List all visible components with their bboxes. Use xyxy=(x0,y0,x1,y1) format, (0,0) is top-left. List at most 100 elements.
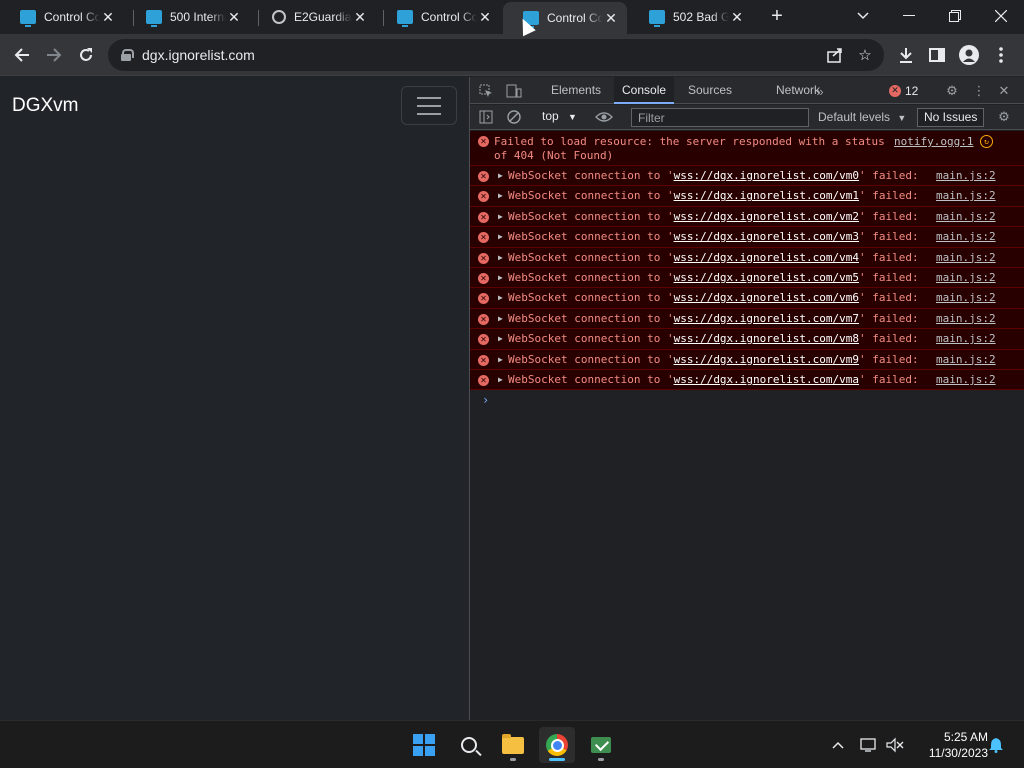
side-panel-button[interactable] xyxy=(925,43,949,67)
expand-triangle-icon[interactable]: ▶ xyxy=(498,355,503,364)
navbar-toggler-button[interactable] xyxy=(401,86,457,125)
expand-triangle-icon[interactable]: ▶ xyxy=(498,253,503,262)
context-selector[interactable]: top ▼ xyxy=(542,109,577,123)
websocket-url-link[interactable]: wss://dgx.ignorelist.com/vm3 xyxy=(674,230,859,243)
live-expression-eye-icon[interactable] xyxy=(595,108,613,126)
console-websocket-error[interactable]: ✕ ▶ WebSocket connection to 'wss://dgx.ign… xyxy=(470,247,1024,268)
websocket-url-link[interactable]: wss://dgx.ignorelist.com/vm7 xyxy=(674,312,859,325)
tab-console[interactable]: Console xyxy=(614,77,675,104)
console-error-message[interactable]: ✕ Failed to load resource: the server re… xyxy=(470,131,1024,166)
volume-button[interactable] xyxy=(885,735,905,755)
browser-tab[interactable]: 500 Interna ✕ xyxy=(126,3,250,31)
console-prompt[interactable]: › xyxy=(470,390,1024,410)
console-filter-input[interactable]: Filter xyxy=(631,108,809,127)
chrome-taskbar-button[interactable] xyxy=(539,727,575,763)
console-settings-gear-icon[interactable]: ⚙ xyxy=(995,108,1013,126)
network-status-button[interactable] xyxy=(859,735,879,755)
close-icon[interactable]: ✕ xyxy=(226,9,242,26)
browser-tab[interactable]: E2Guardian ✕ xyxy=(252,3,376,31)
more-tabs-icon[interactable]: » xyxy=(811,82,829,100)
url-text[interactable]: dgx.ignorelist.com xyxy=(142,47,824,63)
source-link[interactable]: main.js:2 xyxy=(936,353,996,366)
restore-button[interactable] xyxy=(932,0,978,32)
expand-triangle-icon[interactable]: ▶ xyxy=(498,293,503,302)
close-window-button[interactable] xyxy=(978,0,1024,32)
clear-console-icon[interactable] xyxy=(505,108,523,126)
websocket-url-link[interactable]: wss://dgx.ignorelist.com/vm5 xyxy=(674,271,859,284)
websocket-url-link[interactable]: wss://dgx.ignorelist.com/vm8 xyxy=(674,332,859,345)
sidebar-toggle-icon[interactable] xyxy=(477,108,495,126)
expand-triangle-icon[interactable]: ▶ xyxy=(498,171,503,180)
address-bar[interactable]: dgx.ignorelist.com ☆ xyxy=(108,39,884,71)
console-websocket-error[interactable]: ✕ ▶ WebSocket connection to 'wss://dgx.ign… xyxy=(470,166,1024,187)
source-link[interactable]: main.js:2 xyxy=(936,169,996,182)
close-icon[interactable]: ✕ xyxy=(477,9,493,26)
issues-button[interactable]: No Issues xyxy=(917,108,985,127)
websocket-url-link[interactable]: wss://dgx.ignorelist.com/vma xyxy=(674,373,859,386)
profile-button[interactable] xyxy=(957,43,981,67)
source-link[interactable]: main.js:2 xyxy=(936,373,996,386)
navbar-brand[interactable]: DGXvm xyxy=(12,95,79,117)
search-button[interactable] xyxy=(451,727,487,763)
tab-elements[interactable]: Elements xyxy=(543,77,609,104)
expand-triangle-icon[interactable]: ▶ xyxy=(498,273,503,282)
device-toolbar-icon[interactable] xyxy=(505,82,523,100)
file-explorer-button[interactable] xyxy=(495,727,531,763)
console-websocket-error[interactable]: ✕ ▶ WebSocket connection to 'wss://dgx.ign… xyxy=(470,267,1024,289)
notepad-taskbar-button[interactable] xyxy=(583,727,619,763)
websocket-url-link[interactable]: wss://dgx.ignorelist.com/vm1 xyxy=(674,189,859,202)
start-button[interactable] xyxy=(406,727,442,763)
tab-sources[interactable]: Sources xyxy=(680,77,740,104)
close-icon[interactable]: ✕ xyxy=(100,9,116,26)
console-websocket-error[interactable]: ✕ ▶ WebSocket connection to 'wss://dgx.ign… xyxy=(470,369,1024,391)
close-icon[interactable]: ✕ xyxy=(603,10,619,27)
source-link[interactable]: main.js:2 xyxy=(936,291,996,304)
tab-search-button[interactable] xyxy=(840,0,886,32)
bookmark-star-icon[interactable]: ☆ xyxy=(854,44,876,66)
close-icon[interactable]: ✕ xyxy=(352,9,368,26)
websocket-url-link[interactable]: wss://dgx.ignorelist.com/vm4 xyxy=(674,251,859,264)
websocket-url-link[interactable]: wss://dgx.ignorelist.com/vm2 xyxy=(674,210,859,223)
error-count-badge[interactable]: ✕ 12 xyxy=(889,82,918,99)
console-websocket-error[interactable]: ✕ ▶ WebSocket connection to 'wss://dgx.ign… xyxy=(470,329,1024,350)
lock-icon[interactable] xyxy=(120,49,134,61)
minimize-button[interactable] xyxy=(886,0,932,32)
inspect-element-icon[interactable] xyxy=(477,82,495,100)
new-tab-button[interactable]: + xyxy=(767,6,787,26)
console-websocket-error[interactable]: ✕ ▶ WebSocket connection to 'wss://dgx.ign… xyxy=(470,288,1024,309)
expand-triangle-icon[interactable]: ▶ xyxy=(498,334,503,343)
browser-tab[interactable]: Control Col ✕ xyxy=(377,3,501,31)
browser-tab[interactable]: Control Col ✕ xyxy=(0,3,124,31)
network-request-icon[interactable]: ↻ xyxy=(980,135,993,148)
expand-triangle-icon[interactable]: ▶ xyxy=(498,314,503,323)
source-link[interactable]: main.js:2 xyxy=(936,332,996,345)
console-websocket-error[interactable]: ✕ ▶ WebSocket connection to 'wss://dgx.ign… xyxy=(470,186,1024,207)
taskbar-clock[interactable]: 5:25 AM 11/30/2023 xyxy=(912,729,988,761)
source-link[interactable]: main.js:2 xyxy=(936,271,996,284)
source-link[interactable]: notify.ogg:1 xyxy=(894,135,973,148)
source-link[interactable]: main.js:2 xyxy=(936,210,996,223)
notifications-button[interactable] xyxy=(986,735,1006,755)
close-devtools-icon[interactable]: ✕ xyxy=(995,82,1013,100)
expand-triangle-icon[interactable]: ▶ xyxy=(498,232,503,241)
expand-triangle-icon[interactable]: ▶ xyxy=(498,212,503,221)
menu-button[interactable] xyxy=(989,43,1013,67)
share-icon[interactable] xyxy=(824,44,846,66)
console-websocket-error[interactable]: ✕ ▶ WebSocket connection to 'wss://dgx.ign… xyxy=(470,227,1024,248)
show-hidden-icons-button[interactable] xyxy=(828,735,848,755)
expand-triangle-icon[interactable]: ▶ xyxy=(498,191,503,200)
reload-button[interactable] xyxy=(74,43,98,67)
source-link[interactable]: main.js:2 xyxy=(936,189,996,202)
websocket-url-link[interactable]: wss://dgx.ignorelist.com/vm9 xyxy=(674,353,859,366)
log-levels-dropdown[interactable]: Default levels ▼ xyxy=(818,110,906,124)
back-button[interactable] xyxy=(10,43,34,67)
source-link[interactable]: main.js:2 xyxy=(936,230,996,243)
devtools-menu-icon[interactable]: ⋮ xyxy=(970,82,988,100)
console-websocket-error[interactable]: ✕ ▶ WebSocket connection to 'wss://dgx.ign… xyxy=(470,349,1024,370)
websocket-url-link[interactable]: wss://dgx.ignorelist.com/vm0 xyxy=(674,169,859,182)
download-button[interactable] xyxy=(894,43,918,67)
browser-tab[interactable]: 502 Bad Ga ✕ xyxy=(629,3,753,31)
websocket-url-link[interactable]: wss://dgx.ignorelist.com/vm6 xyxy=(674,291,859,304)
expand-triangle-icon[interactable]: ▶ xyxy=(498,375,503,384)
settings-gear-icon[interactable]: ⚙ xyxy=(943,82,961,100)
